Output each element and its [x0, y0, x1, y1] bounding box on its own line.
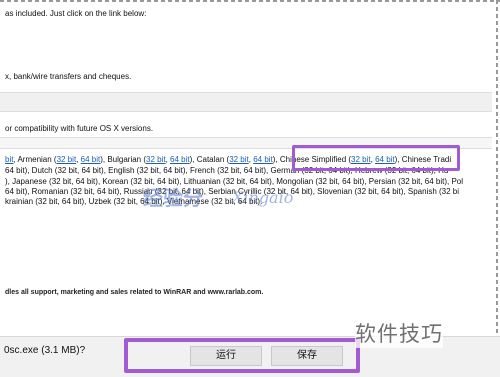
lang-text: , Armenian (: [13, 155, 57, 164]
payment-text: x, bank/wire transfers and cheques.: [5, 72, 132, 81]
link-32bit[interactable]: 32 bit: [229, 155, 249, 164]
link-32bit[interactable]: 32 bit: [146, 155, 166, 164]
section-divider-bar: [0, 92, 492, 112]
watermark-english: Xingaio: [232, 188, 294, 207]
save-button[interactable]: 保存: [271, 346, 343, 366]
language-row-3[interactable]: ), Japanese (32 bit, 64 bit), Korean (32…: [5, 177, 463, 186]
run-button[interactable]: 运行: [190, 346, 262, 366]
footer-text: dles all support, marketing and sales re…: [5, 289, 264, 296]
brand-watermark: 软件技巧: [355, 318, 443, 348]
watermark-chinese: 经验分: [143, 186, 203, 210]
link-64bit[interactable]: 64 bit: [253, 155, 273, 164]
lang-text: ), Bulgarian (: [100, 155, 146, 164]
frame-right-border: [496, 0, 498, 340]
highlight-box-chinese-simplified: [292, 145, 460, 171]
spacer: [0, 52, 492, 58]
link-64bit[interactable]: 64 bit: [81, 155, 101, 164]
link-64bit[interactable]: 64 bit: [170, 155, 190, 164]
browser-page: as included. Just click on the link belo…: [0, 0, 500, 377]
compat-text: or compatibility with future OS X versio…: [5, 124, 154, 133]
link-32bit[interactable]: 32 bit: [57, 155, 77, 164]
intro-text: as included. Just click on the link belo…: [5, 9, 147, 18]
web-content: as included. Just click on the link belo…: [0, 0, 492, 304]
lang-text: ), Catalan (: [189, 155, 230, 164]
download-file-text: 0sc.exe (3.1 MB)?: [4, 345, 86, 356]
language-row-5[interactable]: krainian (32 bit, 64 bit), Uzbek (32 bit…: [5, 197, 262, 206]
